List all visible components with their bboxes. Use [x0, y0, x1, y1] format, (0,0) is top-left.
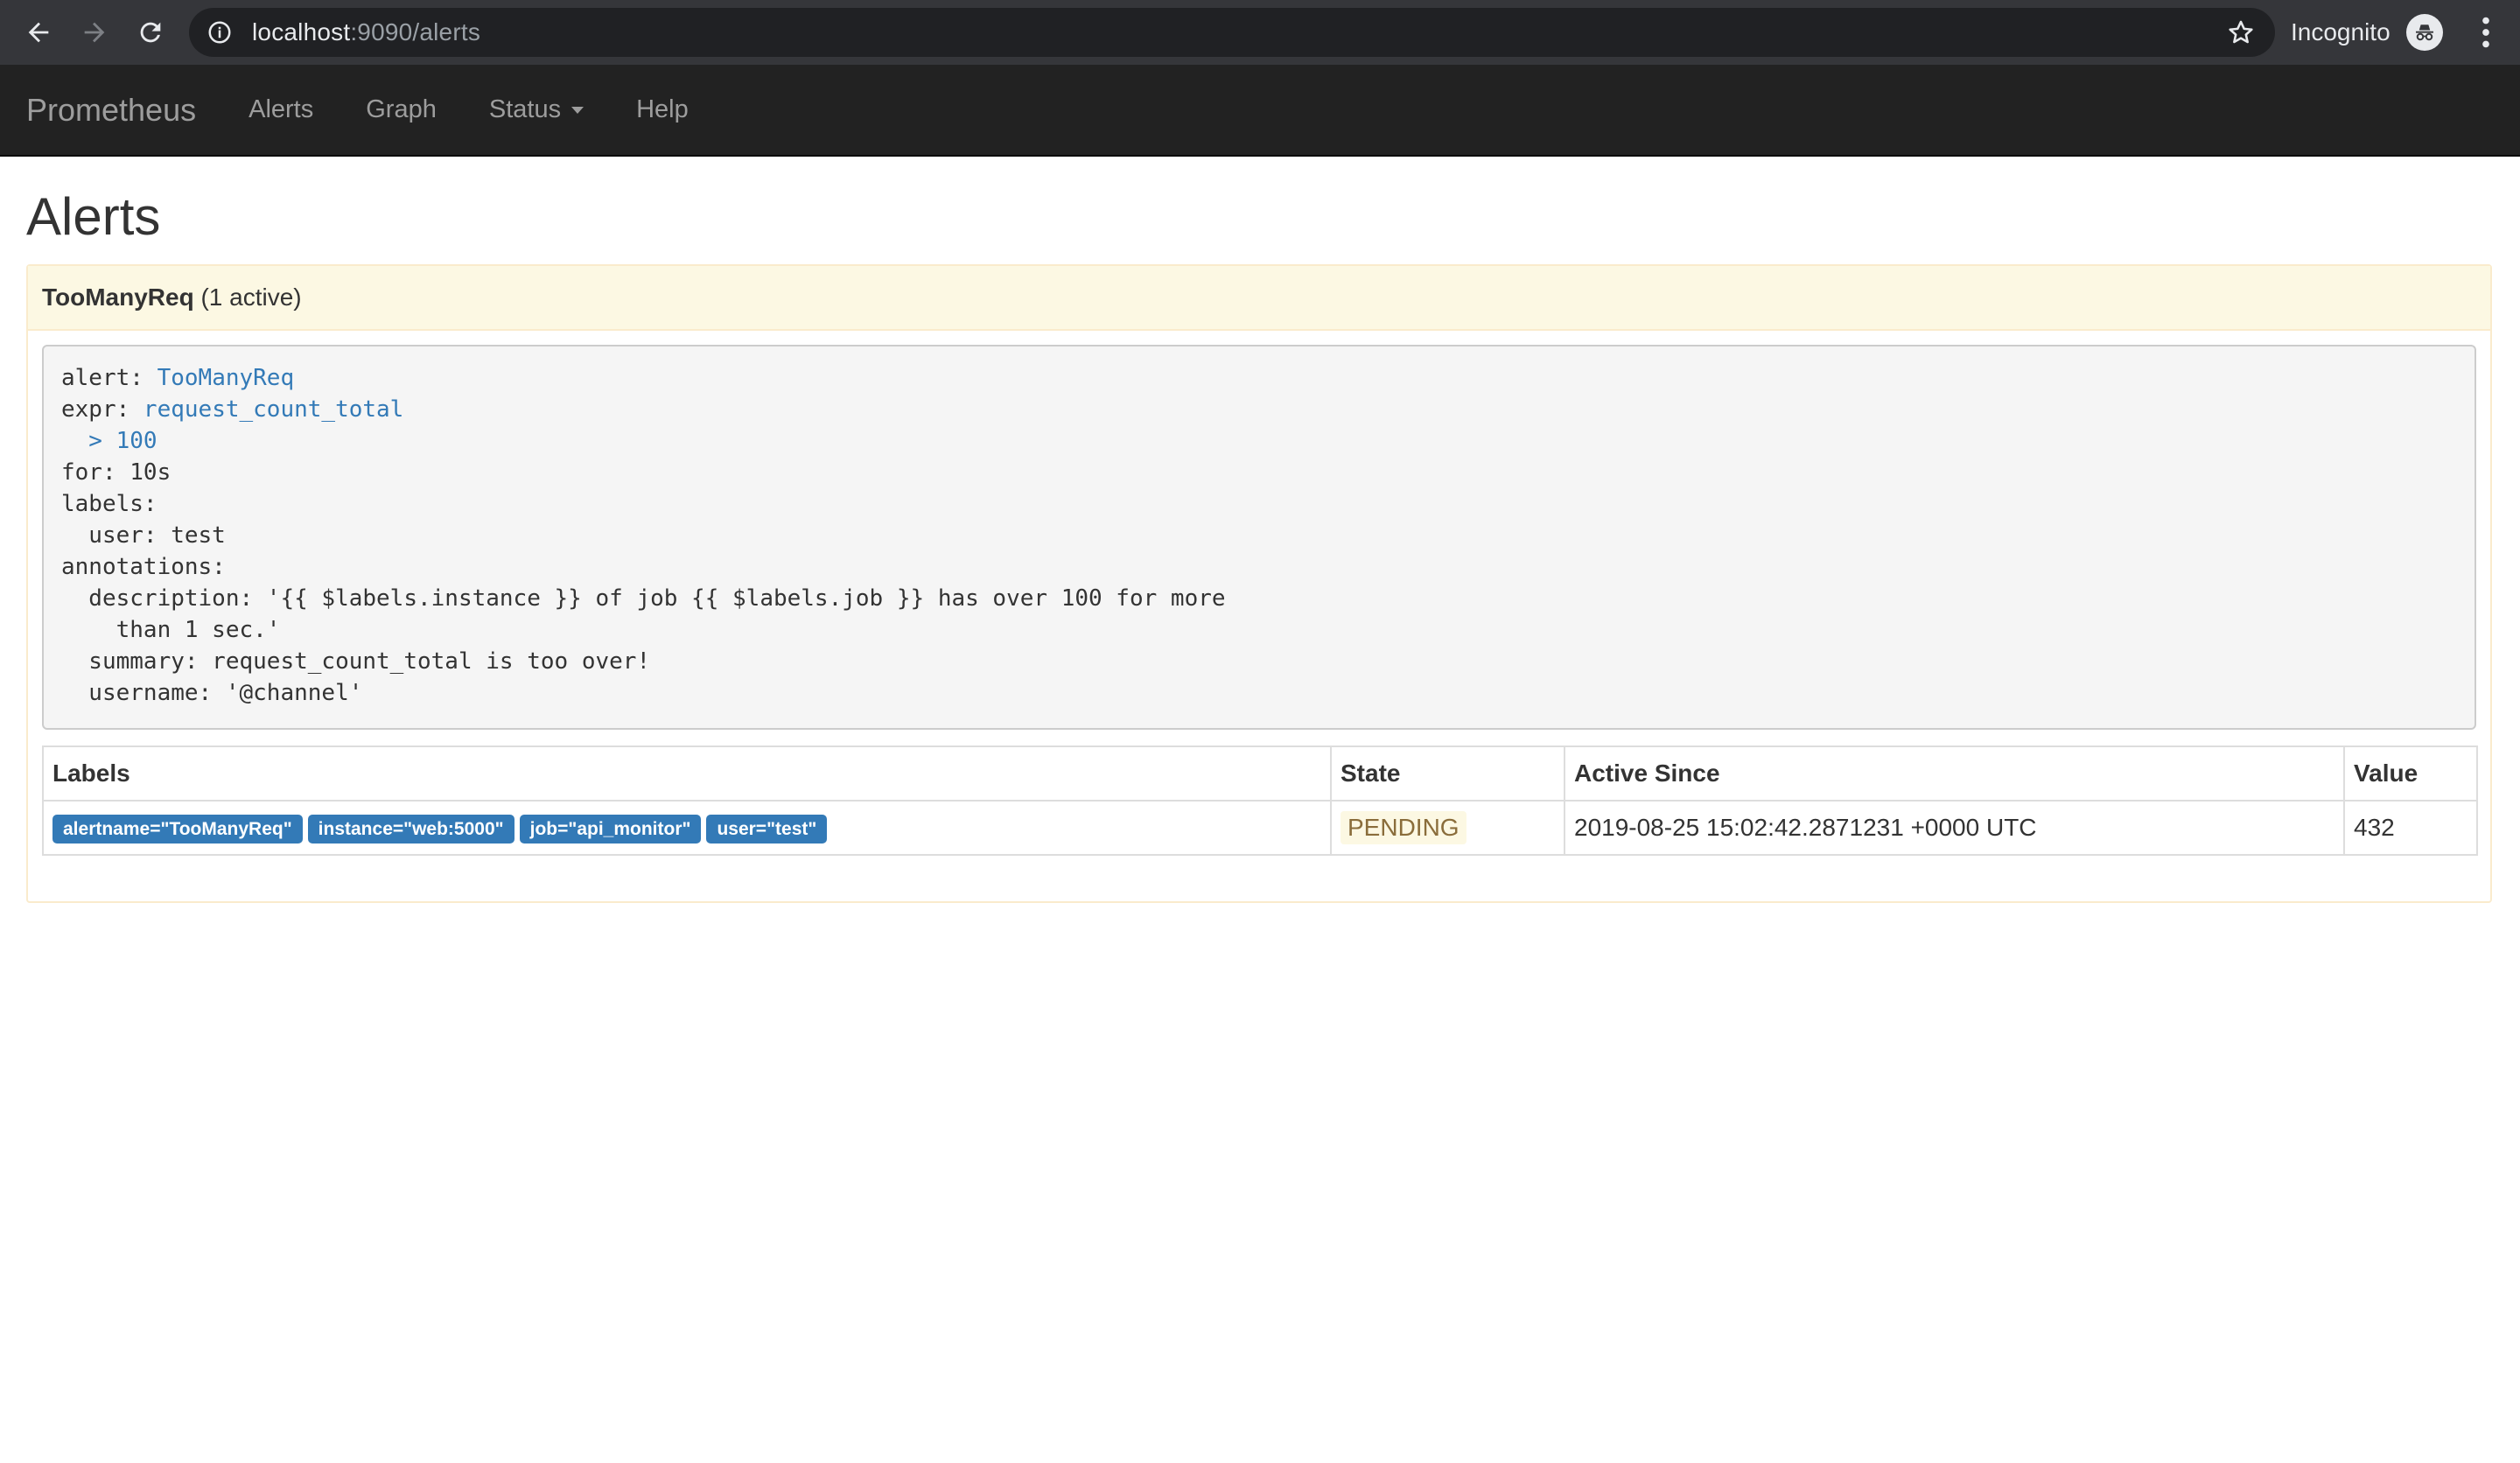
state-cell: PENDING [1330, 800, 1565, 856]
rule-line: labels: [61, 491, 158, 517]
url-host: localhost [252, 18, 351, 46]
header-active-since: Active Since [1564, 746, 2345, 802]
active-alerts-table: Labels State Active Since Value alertnam… [42, 746, 2478, 856]
table-header-row: Labels State Active Since Value [42, 746, 2478, 802]
url-path: :9090/alerts [350, 18, 481, 46]
address-bar[interactable]: localhost:9090/alerts [189, 8, 2275, 57]
brand-link[interactable]: Prometheus [26, 92, 196, 129]
nav-status-dropdown[interactable]: Status [489, 95, 584, 124]
nav-graph[interactable]: Graph [366, 95, 437, 124]
alert-group-panel: TooManyReq (1 active) alert: TooManyReq … [26, 264, 2492, 903]
rule-expr-continuation[interactable]: > 100 [61, 428, 157, 454]
caret-down-icon [571, 106, 584, 114]
nav-alerts[interactable]: Alerts [248, 95, 313, 124]
bookmark-star-icon[interactable] [2226, 18, 2256, 47]
rule-line: for: 10s [61, 459, 172, 486]
forward-icon[interactable] [70, 8, 119, 57]
rule-line: than 1 sec.' [61, 617, 281, 643]
back-icon[interactable] [14, 8, 63, 57]
rule-line: description: '{{ $labels.instance }} of … [61, 585, 1226, 612]
label-badge: instance="web:5000" [307, 814, 514, 844]
label-badge: job="api_monitor" [519, 814, 702, 844]
header-state: State [1330, 746, 1565, 802]
rule-line: user: test [61, 522, 226, 549]
url-text[interactable]: localhost:9090/alerts [252, 18, 480, 46]
incognito-label: Incognito [2291, 18, 2390, 46]
reload-icon[interactable] [126, 8, 175, 57]
rule-alert-link[interactable]: TooManyReq [158, 365, 295, 391]
alert-group-count: (1 active) [200, 284, 302, 311]
alert-rule-definition: alert: TooManyReq expr: request_count_to… [42, 345, 2476, 730]
active-since-cell: 2019-08-25 15:02:42.2871231 +0000 UTC [1564, 800, 2345, 856]
rule-line: summary: request_count_total is too over… [61, 648, 651, 675]
state-badge: PENDING [1340, 811, 1466, 844]
rule-expr-link[interactable]: request_count_total [144, 396, 403, 423]
page-title: Alerts [26, 187, 161, 246]
header-labels: Labels [42, 746, 1332, 802]
browser-toolbar: localhost:9090/alerts Incognito [0, 0, 2520, 65]
alert-group-name: TooManyReq [42, 284, 194, 311]
top-navbar: Prometheus Alerts Graph Status Help [0, 65, 2520, 157]
menu-kebab-icon[interactable] [2466, 12, 2506, 52]
rule-line: username: '@channel' [61, 680, 363, 706]
rule-line: annotations: [61, 554, 226, 580]
incognito-icon [2405, 14, 2443, 51]
header-value: Value [2343, 746, 2478, 802]
rule-expr-key: expr: [61, 396, 144, 423]
info-icon[interactable] [206, 19, 233, 46]
incognito-indicator[interactable]: Incognito [2291, 8, 2443, 57]
rule-alert-key: alert: [61, 365, 158, 391]
label-badge: alertname="TooManyReq" [52, 814, 303, 844]
label-badge: user="test" [706, 814, 828, 844]
nav-help[interactable]: Help [636, 95, 689, 124]
nav-status-label: Status [488, 95, 562, 123]
labels-cell: alertname="TooManyReq" instance="web:5000… [42, 800, 1332, 856]
table-row: alertname="TooManyReq" instance="web:5000… [42, 800, 2478, 856]
alert-group-heading[interactable]: TooManyReq (1 active) [28, 266, 2490, 331]
value-cell: 432 [2343, 800, 2478, 856]
